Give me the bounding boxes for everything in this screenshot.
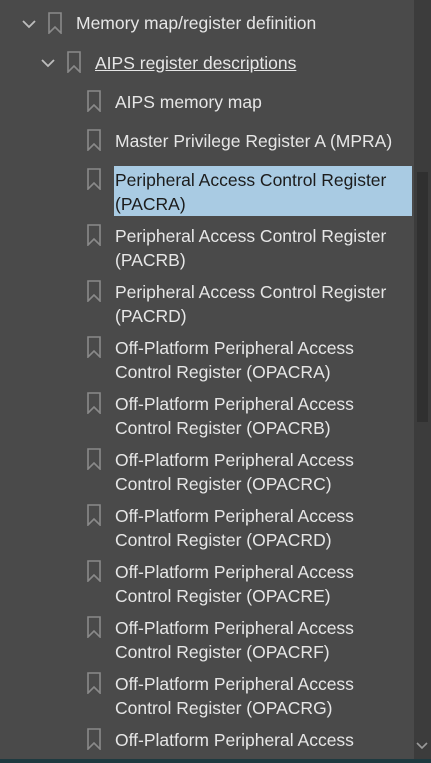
tree-leaf-label-line2: Control Register (OPACRF) bbox=[115, 642, 330, 662]
tree-leaf-label-line1: Off-Platform Peripheral Access bbox=[115, 618, 354, 638]
chevron-down-icon[interactable] bbox=[20, 15, 38, 33]
scrollbar-thumb[interactable] bbox=[417, 172, 428, 422]
tree-leaf-label-line1: Off-Platform Peripheral Access bbox=[115, 562, 354, 582]
tree-leaf-label-line1: Peripheral Access Control Register bbox=[115, 170, 387, 190]
tree-node-label[interactable]: AIPS register descriptions bbox=[95, 51, 296, 75]
tree-leaf-label-line2: Control Register (OPACRB) bbox=[115, 418, 331, 438]
tree-leaf-opacrf[interactable]: Off-Platform Peripheral Access Control R… bbox=[0, 614, 414, 664]
tree-leaf-label-line2: Control Register (OPACRE) bbox=[115, 586, 331, 606]
bookmark-icon bbox=[87, 336, 101, 358]
tree-leaf-label-line2: (PACRA) bbox=[115, 194, 186, 214]
tree-leaf-opacrc[interactable]: Off-Platform Peripheral Access Control R… bbox=[0, 446, 414, 496]
tree-leaf-mpra[interactable]: Master Privilege Register A (MPRA) bbox=[0, 127, 414, 157]
tree-node-label: Memory map/register definition bbox=[76, 13, 317, 33]
bookmarks-panel: Memory map/register definition AIPS regi… bbox=[0, 0, 414, 763]
tree-leaf-label-line2: Control Register (OPACRG) bbox=[115, 698, 333, 718]
vertical-scrollbar[interactable] bbox=[414, 0, 431, 763]
tree-node-memory-map[interactable]: Memory map/register definition bbox=[0, 10, 414, 38]
tree-node-aips-register-descriptions[interactable]: AIPS register descriptions bbox=[0, 49, 414, 77]
tree-leaf-label: Master Privilege Register A (MPRA) bbox=[115, 131, 393, 151]
tree-leaf-label-line1: Peripheral Access Control Register bbox=[115, 226, 387, 246]
tree-leaf-label-line1: Off-Platform Peripheral Access bbox=[115, 338, 354, 358]
chevron-down-icon[interactable] bbox=[39, 54, 57, 72]
tree-leaf-opacre[interactable]: Off-Platform Peripheral Access Control R… bbox=[0, 558, 414, 608]
bookmark-icon bbox=[87, 672, 101, 694]
bottom-edge bbox=[0, 759, 431, 763]
bookmark-icon bbox=[87, 448, 101, 470]
tree-leaf-opacr-partial[interactable]: Off-Platform Peripheral Access bbox=[0, 726, 414, 763]
tree-leaf-opacrd[interactable]: Off-Platform Peripheral Access Control R… bbox=[0, 502, 414, 552]
bookmark-icon bbox=[87, 90, 101, 112]
tree-leaf-label-line2: (PACRD) bbox=[115, 306, 187, 326]
tree-leaf-opacra[interactable]: Off-Platform Peripheral Access Control R… bbox=[0, 334, 414, 384]
tree-leaf-label-line2: Control Register (OPACRC) bbox=[115, 474, 332, 494]
bookmark-icon bbox=[87, 616, 101, 638]
bookmark-icon bbox=[87, 728, 101, 750]
tree-leaf-label: AIPS memory map bbox=[115, 92, 262, 112]
tree-leaf-aips-memory-map[interactable]: AIPS memory map bbox=[0, 88, 414, 118]
bookmark-icon bbox=[87, 129, 101, 151]
tree-leaf-label-line1: Off-Platform Peripheral Access bbox=[115, 674, 354, 694]
tree-leaf-opacrb[interactable]: Off-Platform Peripheral Access Control R… bbox=[0, 390, 414, 440]
tree-leaf-opacrg[interactable]: Off-Platform Peripheral Access Control R… bbox=[0, 670, 414, 720]
bookmark-icon bbox=[87, 224, 101, 246]
bookmark-icon bbox=[87, 168, 101, 190]
tree-leaf-pacra[interactable]: Peripheral Access Control Register (PACR… bbox=[0, 166, 414, 216]
tree-leaf-label-line2: (PACRB) bbox=[115, 250, 186, 270]
bookmark-icon bbox=[87, 504, 101, 526]
bookmark-icon bbox=[67, 51, 81, 73]
tree-leaf-pacrb[interactable]: Peripheral Access Control Register (PACR… bbox=[0, 222, 414, 272]
bookmark-icon bbox=[48, 12, 62, 34]
tree-leaf-label-line1: Off-Platform Peripheral Access bbox=[115, 394, 354, 414]
scroll-down-arrow-icon[interactable] bbox=[416, 741, 428, 751]
tree-leaf-label-line1: Peripheral Access Control Register bbox=[115, 282, 387, 302]
bookmark-icon bbox=[87, 280, 101, 302]
tree-leaf-label-line1: Off-Platform Peripheral Access bbox=[115, 730, 354, 750]
tree-leaf-pacrd[interactable]: Peripheral Access Control Register (PACR… bbox=[0, 278, 414, 328]
tree-leaf-label-line1: Off-Platform Peripheral Access bbox=[115, 450, 354, 470]
tree-leaf-label-line2: Control Register (OPACRA) bbox=[115, 362, 331, 382]
tree-leaf-label-line1: Off-Platform Peripheral Access bbox=[115, 506, 354, 526]
tree-leaf-label-line2: Control Register (OPACRD) bbox=[115, 530, 332, 550]
bookmark-icon bbox=[87, 392, 101, 414]
bookmark-icon bbox=[87, 560, 101, 582]
